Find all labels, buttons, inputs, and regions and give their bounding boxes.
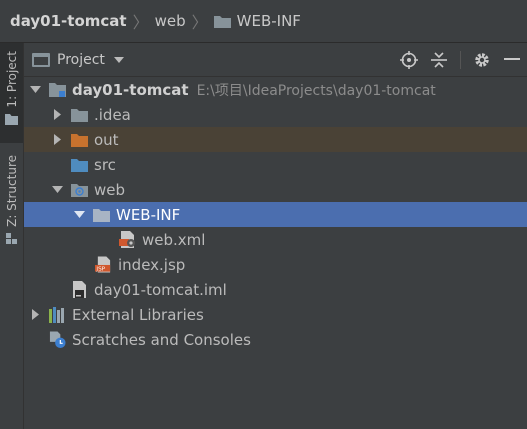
tree-item-external-libraries-label: External Libraries [72, 305, 204, 324]
breadcrumb: day01-tomcat 〉 web 〉 WEB-INF [0, 0, 527, 43]
tree-item-src[interactable]: src [24, 152, 527, 177]
tree-item-external-libraries[interactable]: External Libraries [24, 302, 527, 327]
breadcrumb-webinf-label: WEB-INF [236, 12, 301, 30]
tree-item-webinf[interactable]: WEB-INF [24, 202, 527, 227]
tab-structure[interactable]: Z: Structure [0, 155, 23, 295]
module-folder-icon [49, 82, 66, 98]
tree-item-iml[interactable]: day01-tomcat.iml [24, 277, 527, 302]
tree-item-project-label: day01-tomcat [72, 80, 189, 99]
tree-item-webxml-label: web.xml [142, 230, 206, 249]
folder-icon [71, 107, 88, 123]
collapsed-arrow-icon[interactable] [51, 134, 63, 146]
breadcrumb-webinf[interactable]: WEB-INF [213, 12, 301, 30]
library-icon [49, 306, 66, 323]
tree-item-scratches[interactable]: Scratches and Consoles [24, 327, 527, 352]
tree-item-src-label: src [94, 155, 116, 174]
project-view-selector[interactable]: Project [32, 52, 124, 68]
locate-icon[interactable] [396, 47, 422, 73]
source-folder-icon [71, 157, 88, 173]
tree-item-idea[interactable]: .idea [24, 102, 527, 127]
scratches-icon [49, 331, 66, 348]
chevron-right-icon: 〉 [191, 13, 208, 32]
project-path: E:\项目\IdeaProjects\day01-tomcat [196, 82, 436, 99]
jsp-file-icon: JSP [95, 256, 112, 273]
structure-icon [5, 232, 17, 244]
svg-text:JSP: JSP [95, 267, 105, 273]
xml-file-icon [119, 231, 136, 248]
breadcrumb-web[interactable]: web [155, 12, 186, 30]
tab-project[interactable]: 1: Project [0, 43, 23, 143]
tree-item-webinf-label: WEB-INF [116, 205, 181, 224]
breadcrumb-project[interactable]: day01-tomcat [10, 12, 127, 30]
excluded-folder-icon [71, 132, 88, 148]
collapsed-arrow-icon[interactable] [29, 309, 41, 321]
expanded-arrow-icon[interactable] [73, 209, 85, 221]
tab-structure-label: Z: Structure [4, 155, 19, 227]
header-divider [460, 50, 461, 69]
dropdown-arrow-icon [113, 56, 124, 63]
panel-title: Project [57, 51, 105, 68]
tree-item-scratches-label: Scratches and Consoles [72, 330, 251, 349]
tree-item-indexjsp[interactable]: JSP index.jsp [24, 252, 527, 277]
tree-item-out-label: out [94, 130, 119, 149]
hide-icon[interactable] [499, 47, 525, 73]
expanded-arrow-icon[interactable] [51, 184, 63, 196]
tree-item-indexjsp-label: index.jsp [118, 255, 186, 274]
tab-project-label: 1: Project [4, 51, 19, 108]
tree-item-out[interactable]: out [24, 127, 527, 152]
panel-header: Project [24, 43, 527, 77]
tree-item-web[interactable]: web [24, 177, 527, 202]
tree-item-project[interactable]: day01-tomcat E:\项目\IdeaProjects\day01-to… [24, 77, 527, 102]
project-folder-icon [32, 53, 50, 67]
tree-item-web-label: web [94, 180, 126, 199]
iml-file-icon [71, 281, 88, 298]
gear-icon[interactable] [469, 47, 495, 73]
web-folder-icon [71, 182, 88, 198]
left-tool-strip: 1: Project Z: Structure [0, 43, 24, 429]
project-panel: Project day01-tomcat E:\项目\IdeaProjects\… [24, 43, 527, 429]
folder-icon [5, 113, 18, 125]
folder-icon [93, 207, 110, 223]
collapse-all-icon[interactable] [426, 47, 452, 73]
tree-item-idea-label: .idea [94, 105, 131, 124]
chevron-right-icon: 〉 [132, 13, 149, 32]
folder-icon [213, 15, 231, 28]
project-tree: day01-tomcat E:\项目\IdeaProjects\day01-to… [24, 77, 527, 352]
collapsed-arrow-icon[interactable] [51, 109, 63, 121]
tree-item-webxml[interactable]: web.xml [24, 227, 527, 252]
expanded-arrow-icon[interactable] [29, 84, 41, 96]
tree-item-iml-label: day01-tomcat.iml [94, 280, 227, 299]
